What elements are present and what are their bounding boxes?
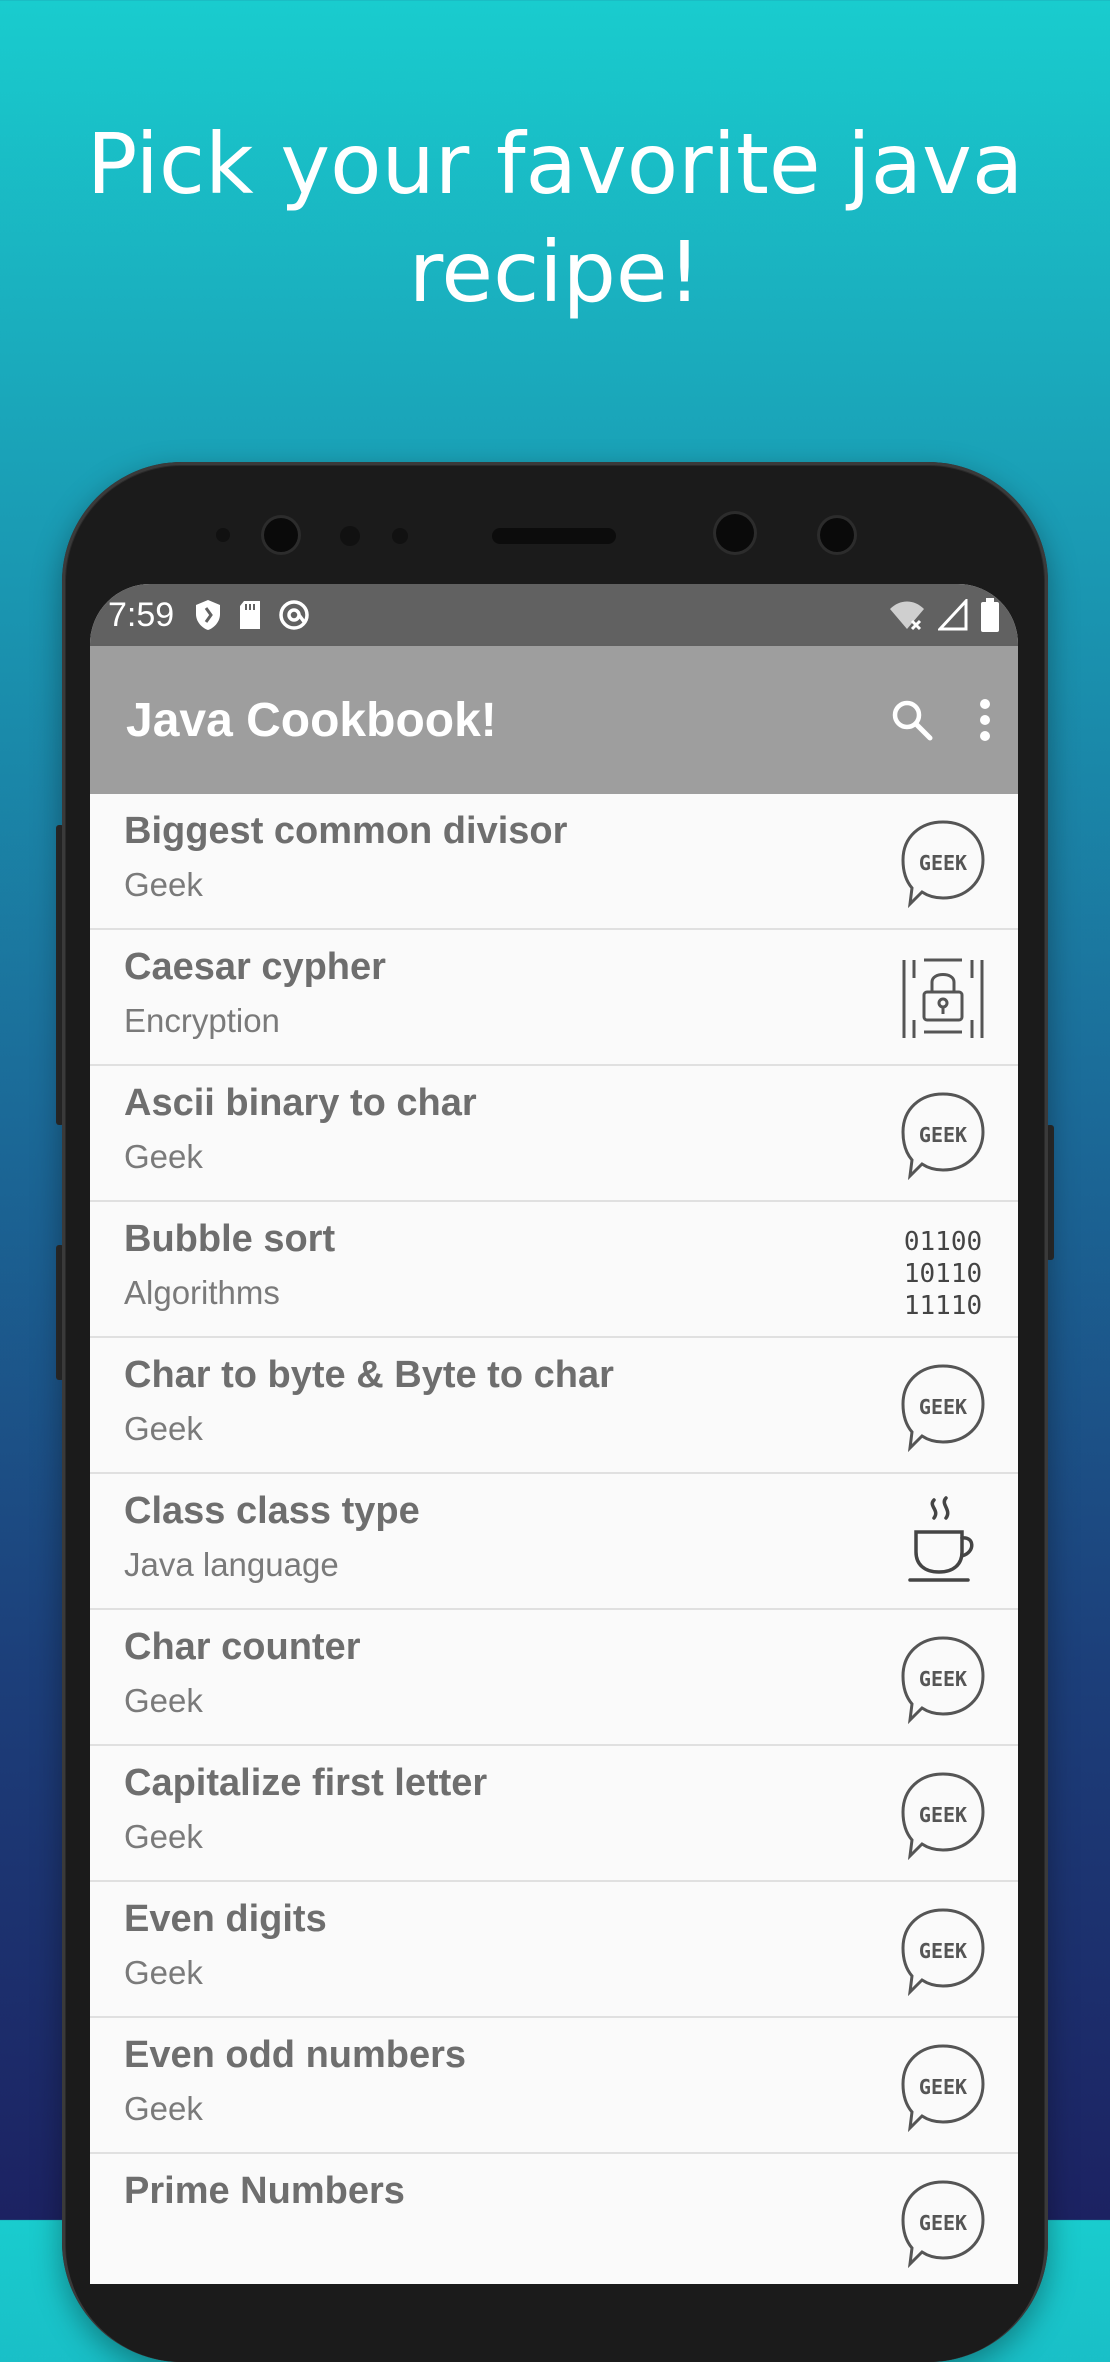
promo-headline-line2: recipe! (408, 223, 702, 321)
earpiece-speaker (492, 528, 616, 544)
at-sign-icon (279, 600, 309, 630)
binary-line: 10110 (904, 1259, 982, 1289)
binary-line: 01100 (904, 1227, 982, 1257)
app-toolbar: Java Cookbook! (90, 646, 1018, 794)
list-item[interactable]: Char counter Geek GEEK (90, 1610, 1018, 1746)
geek-bubble-text: GEEK (919, 1123, 967, 1147)
list-item[interactable]: Biggest common divisor Geek GEEK (90, 794, 1018, 930)
geek-bubble-icon: GEEK (901, 2044, 985, 2133)
list-item[interactable]: Prime Numbers GEEK (90, 2154, 1018, 2284)
app-screen: 7:59 Java Cookbook! Biggest common divis… (90, 584, 1018, 2284)
list-item[interactable]: Even odd numbers Geek GEEK (90, 2018, 1018, 2154)
list-item[interactable]: Bubble sort Algorithms 01100 10110 11110 (90, 1202, 1018, 1338)
wifi-off-icon (890, 601, 924, 631)
recipe-title: Capitalize first letter (124, 1762, 488, 1804)
recipe-category: Geek (124, 1138, 203, 1175)
promo-headline: Pick your favorite java recipe! (0, 110, 1110, 326)
recipe-category: Algorithms (124, 1274, 280, 1311)
geek-bubble-icon: GEEK (901, 1092, 985, 1181)
recipe-title: Bubble sort (124, 1218, 336, 1260)
recipe-title: Even odd numbers (124, 2034, 467, 2076)
recipe-list: Biggest common divisor Geek GEEK Caesar … (90, 794, 1018, 2284)
geek-bubble-icon: GEEK (901, 1364, 985, 1453)
list-item[interactable]: Even digits Geek GEEK (90, 1882, 1018, 2018)
recipe-category: Geek (124, 1410, 203, 1447)
list-item[interactable]: Char to byte & Byte to char Geek GEEK (90, 1338, 1018, 1474)
list-item[interactable]: Class class type Java language (90, 1474, 1018, 1610)
binary-digits-icon: 01100 10110 11110 (904, 1227, 982, 1320)
list-item[interactable]: Caesar cypher Encryption (90, 930, 1018, 1066)
recipe-category: Geek (124, 866, 203, 903)
binary-lock-icon (902, 958, 984, 1038)
shield-icon (196, 600, 221, 630)
recipe-title: Char counter (124, 1626, 361, 1668)
search-icon[interactable] (890, 698, 934, 742)
recipe-category: Geek (124, 2090, 203, 2127)
status-time: 7:59 (108, 595, 175, 634)
sensor-icon (392, 528, 408, 544)
geek-bubble-text: GEEK (919, 851, 967, 875)
geek-bubble-text: GEEK (919, 2211, 967, 2235)
geek-bubble-text: GEEK (919, 1803, 967, 1827)
coffee-cup-icon (908, 1496, 974, 1582)
sd-card-icon (240, 601, 261, 629)
recipe-category: Geek (124, 1954, 203, 1991)
proximity-sensor-icon (216, 528, 230, 542)
geek-bubble-icon: GEEK (901, 820, 985, 909)
binary-line: 11110 (904, 1291, 982, 1320)
recipe-title: Char to byte & Byte to char (124, 1354, 614, 1396)
signal-icon (938, 599, 968, 631)
recipe-category: Java language (124, 1546, 339, 1583)
list-item[interactable]: Capitalize first letter Geek GEEK (90, 1746, 1018, 1882)
recipe-title: Caesar cypher (124, 946, 386, 988)
recipe-title: Biggest common divisor (124, 810, 568, 852)
list-item[interactable]: Ascii binary to char Geek GEEK (90, 1066, 1018, 1202)
front-camera-icon (264, 518, 298, 552)
geek-bubble-text: GEEK (919, 1939, 967, 1963)
recipe-category: Encryption (124, 1002, 280, 1039)
geek-bubble-icon: GEEK (901, 2180, 985, 2269)
recipe-title: Even digits (124, 1898, 327, 1940)
geek-bubble-text: GEEK (919, 1395, 967, 1419)
recipe-category: Geek (124, 1682, 203, 1719)
geek-bubble-text: GEEK (919, 2075, 967, 2099)
recipe-title: Prime Numbers (124, 2170, 405, 2212)
geek-bubble-text: GEEK (919, 1667, 967, 1691)
recipe-title: Ascii binary to char (124, 1082, 477, 1124)
geek-bubble-icon: GEEK (901, 1636, 985, 1725)
status-bar: 7:59 (90, 584, 1018, 646)
recipe-title: Class class type (124, 1490, 420, 1532)
iris-led-icon (820, 518, 854, 552)
geek-bubble-icon: GEEK (901, 1772, 985, 1861)
battery-icon (981, 598, 999, 632)
recipe-category: Geek (124, 1818, 203, 1855)
sensor-icon (340, 526, 360, 546)
iris-camera-icon (716, 514, 754, 552)
more-vert-icon[interactable] (978, 697, 992, 743)
geek-bubble-icon: GEEK (901, 1908, 985, 1997)
app-title: Java Cookbook! (126, 693, 497, 747)
promo-headline-line1: Pick your favorite java (86, 115, 1024, 213)
